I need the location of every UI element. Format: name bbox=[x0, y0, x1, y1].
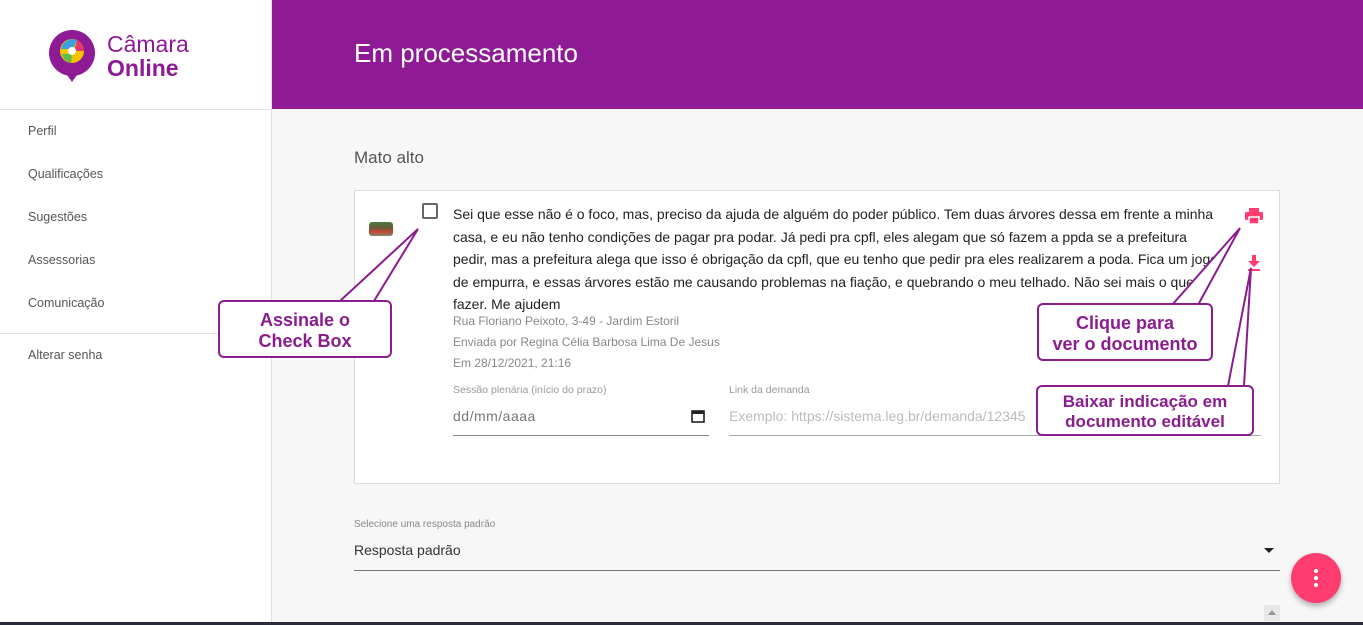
page-title: Em processamento bbox=[354, 38, 578, 68]
response-select-label: Selecione uma resposta padrão bbox=[354, 519, 496, 530]
sidebar-item-sugestoes[interactable]: Sugestões bbox=[0, 196, 272, 239]
logo-pin-icon bbox=[46, 30, 98, 82]
callout-download-hint: Baixar indicação em documento editável bbox=[1036, 385, 1254, 436]
photo-thumbnail[interactable] bbox=[369, 222, 393, 236]
session-date-label: Sessão plenária (início do prazo) bbox=[453, 384, 607, 396]
callout-print-line1: Clique para bbox=[1075, 313, 1175, 333]
sidebar-item-qualificacoes[interactable]: Qualificações bbox=[0, 153, 272, 196]
callout-checkbox-line1: Assinale o bbox=[259, 310, 351, 330]
sidebar-item-perfil[interactable]: Perfil bbox=[0, 110, 272, 153]
page-header: Em processamento bbox=[272, 0, 1363, 109]
callout-download-line2: documento editável bbox=[1065, 412, 1225, 431]
logo-title-line1: Câmara bbox=[107, 31, 189, 57]
callout-print-line2: ver o documento bbox=[1052, 334, 1198, 354]
response-select[interactable]: Resposta padrão bbox=[354, 538, 1280, 571]
more-actions-button[interactable] bbox=[1291, 553, 1341, 603]
sidebar-item-assessorias[interactable]: Assessorias bbox=[0, 239, 272, 282]
session-date-placeholder: dd/mm/aaaa bbox=[453, 408, 536, 424]
logo-title-line2: Online bbox=[107, 55, 179, 81]
callout-checkbox-hint: Assinale o Check Box bbox=[218, 300, 392, 358]
demand-date: Em 28/12/2021, 21:16 bbox=[453, 356, 572, 370]
link-label: Link da demanda bbox=[729, 384, 810, 396]
select-checkbox[interactable] bbox=[422, 203, 438, 219]
section-title: Mato alto bbox=[354, 148, 424, 167]
response-select-value: Resposta padrão bbox=[354, 542, 461, 558]
link-placeholder: Exemplo: https://sistema.leg.br/demanda/… bbox=[729, 408, 1026, 424]
print-icon[interactable] bbox=[1244, 207, 1264, 230]
scroll-up-arrow-icon[interactable] bbox=[1264, 605, 1280, 621]
demand-address: Rua Floriano Peixoto, 3-49 - Jardim Esto… bbox=[453, 314, 680, 328]
callout-print-hint: Clique para ver o documento bbox=[1037, 303, 1213, 361]
dropdown-arrow-icon bbox=[1264, 548, 1274, 553]
download-icon[interactable] bbox=[1247, 254, 1261, 277]
session-date-input[interactable]: dd/mm/aaaa bbox=[453, 403, 709, 436]
more-vertical-icon bbox=[1314, 569, 1318, 590]
demand-message: Sei que esse não é o foco, mas, preciso … bbox=[453, 206, 1219, 312]
sidebar-menu: Perfil Qualificações Sugestões Assessori… bbox=[0, 110, 272, 325]
calendar-icon[interactable] bbox=[691, 409, 705, 426]
app-logo[interactable]: Câmara Online bbox=[46, 30, 189, 82]
demand-sender: Enviada por Regina Célia Barbosa Lima De… bbox=[453, 335, 720, 349]
callout-checkbox-line2: Check Box bbox=[258, 331, 352, 351]
callout-download-line1: Baixar indicação em bbox=[1062, 392, 1228, 411]
